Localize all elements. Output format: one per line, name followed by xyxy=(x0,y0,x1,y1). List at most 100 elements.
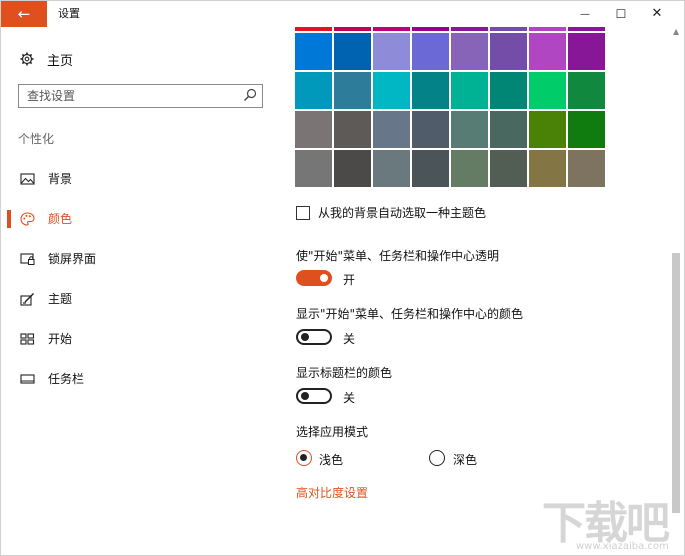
main-content: 从我的背景自动选取一种主题色 使"开始"菜单、任务栏和操作中心透明 开 显示"开… xyxy=(282,27,684,555)
color-swatch[interactable] xyxy=(490,111,527,148)
transparency-state: 开 xyxy=(343,273,356,287)
watermark: 下载吧 www.xiazaiba.com xyxy=(534,487,684,555)
color-swatch[interactable] xyxy=(412,33,449,70)
color-swatch[interactable] xyxy=(412,111,449,148)
show-color-title-label: 显示标题栏的颜色 xyxy=(296,366,393,380)
back-arrow-icon: ← xyxy=(17,5,31,23)
taskbar-icon xyxy=(20,374,35,384)
toggle-knob xyxy=(320,274,328,282)
vertical-scrollbar[interactable]: ▲ xyxy=(670,27,684,555)
search-icon[interactable] xyxy=(243,88,257,102)
color-swatch[interactable] xyxy=(529,72,566,109)
color-swatch[interactable] xyxy=(568,33,605,70)
color-swatch-partial[interactable] xyxy=(334,27,371,31)
active-indicator xyxy=(7,210,11,228)
high-contrast-settings-link[interactable]: 高对比度设置 xyxy=(296,484,368,501)
color-swatch[interactable] xyxy=(529,33,566,70)
maximize-button[interactable]: ☐ xyxy=(603,1,639,27)
theme-brush-icon xyxy=(20,293,34,306)
auto-pick-accent-option[interactable]: 从我的背景自动选取一种主题色 xyxy=(296,204,486,221)
transparency-toggle[interactable] xyxy=(296,270,332,286)
search-input[interactable] xyxy=(27,88,237,104)
color-swatch-partial[interactable] xyxy=(295,27,332,31)
color-swatch[interactable] xyxy=(295,33,332,70)
sidebar-item-label: 开始 xyxy=(48,332,73,346)
toggle-knob xyxy=(301,392,309,400)
color-swatch[interactable] xyxy=(334,33,371,70)
color-swatch[interactable] xyxy=(373,72,410,109)
show-color-title-toggle[interactable] xyxy=(296,388,332,404)
show-color-start-label: 显示"开始"菜单、任务栏和操作中心的颜色 xyxy=(296,307,524,321)
sidebar-item-background[interactable]: 背景 xyxy=(1,166,282,192)
sidebar-item-taskbar[interactable]: 任务栏 xyxy=(1,366,282,392)
color-swatch[interactable] xyxy=(295,111,332,148)
sidebar-item-colors[interactable]: 颜色 xyxy=(1,206,282,232)
color-swatch[interactable] xyxy=(373,111,410,148)
color-swatch[interactable] xyxy=(529,111,566,148)
gear-icon xyxy=(20,52,34,66)
close-button[interactable]: ✕ xyxy=(639,1,675,27)
scrollbar-thumb[interactable] xyxy=(672,253,680,513)
sidebar-item-themes[interactable]: 主题 xyxy=(1,286,282,312)
window-title: 设置 xyxy=(58,7,80,20)
color-swatch-partial[interactable] xyxy=(451,27,488,31)
color-swatch-partial[interactable] xyxy=(529,27,566,31)
light-mode-radio[interactable] xyxy=(296,450,312,466)
color-swatch[interactable] xyxy=(295,150,332,187)
color-swatch[interactable] xyxy=(568,72,605,109)
scroll-up-arrow-icon[interactable]: ▲ xyxy=(673,27,679,36)
color-swatch-partial[interactable] xyxy=(490,27,527,31)
color-swatch[interactable] xyxy=(334,150,371,187)
auto-pick-accent-checkbox[interactable] xyxy=(296,205,310,220)
color-swatch[interactable] xyxy=(373,33,410,70)
dark-mode-radio[interactable] xyxy=(429,450,445,466)
sidebar-item-label: 背景 xyxy=(48,172,73,186)
color-swatch[interactable] xyxy=(334,111,371,148)
start-grid-icon xyxy=(20,333,35,345)
lock-screen-icon xyxy=(20,253,35,265)
sidebar-item-label: 锁屏界面 xyxy=(48,252,97,266)
color-swatch[interactable] xyxy=(295,72,332,109)
light-mode-label: 浅色 xyxy=(319,453,344,467)
sidebar: 主页 个性化 背景 颜色 xyxy=(1,27,282,555)
show-color-start-toggle[interactable] xyxy=(296,329,332,345)
color-swatch[interactable] xyxy=(412,150,449,187)
color-swatch[interactable] xyxy=(490,33,527,70)
color-swatch[interactable] xyxy=(568,150,605,187)
app-mode-label: 选择应用模式 xyxy=(296,425,369,439)
search-box[interactable] xyxy=(18,84,263,108)
maximize-icon: ☐ xyxy=(615,7,627,21)
home-label: 主页 xyxy=(47,53,74,69)
close-icon: ✕ xyxy=(651,6,663,21)
dark-mode-label: 深色 xyxy=(453,453,478,467)
sidebar-item-start[interactable]: 开始 xyxy=(1,326,282,352)
color-swatch[interactable] xyxy=(334,72,371,109)
radio-dot xyxy=(300,454,307,461)
minimize-button[interactable]: — xyxy=(567,1,603,27)
minimize-icon: — xyxy=(580,9,590,20)
settings-window: ← 设置 — ☐ ✕ 主页 查找设置 个性化 背景 颜色 锁屏界面 主题 开始 … xyxy=(0,0,685,556)
color-swatch[interactable] xyxy=(451,33,488,70)
color-swatch[interactable] xyxy=(568,111,605,148)
home-nav-item[interactable]: 主页 xyxy=(20,49,73,69)
color-swatch[interactable] xyxy=(451,72,488,109)
show-color-start-state: 关 xyxy=(343,332,356,346)
show-color-title-state: 关 xyxy=(343,391,356,405)
color-swatch-partial[interactable] xyxy=(568,27,605,31)
color-swatch-partial[interactable] xyxy=(373,27,410,31)
palette-icon xyxy=(20,212,35,226)
color-swatch[interactable] xyxy=(451,111,488,148)
sidebar-item-label: 主题 xyxy=(48,292,73,306)
transparency-label: 使"开始"菜单、任务栏和操作中心透明 xyxy=(296,249,500,263)
sidebar-item-label: 颜色 xyxy=(48,212,73,226)
sidebar-item-lock-screen[interactable]: 锁屏界面 xyxy=(1,246,282,272)
color-swatch-partial[interactable] xyxy=(412,27,449,31)
color-swatch[interactable] xyxy=(412,72,449,109)
back-button[interactable]: ← xyxy=(1,1,47,27)
color-swatch[interactable] xyxy=(490,72,527,109)
watermark-url: www.xiazaiba.com xyxy=(576,541,669,552)
color-swatch[interactable] xyxy=(451,150,488,187)
color-swatch[interactable] xyxy=(373,150,410,187)
color-swatch[interactable] xyxy=(490,150,527,187)
color-swatch[interactable] xyxy=(529,150,566,187)
